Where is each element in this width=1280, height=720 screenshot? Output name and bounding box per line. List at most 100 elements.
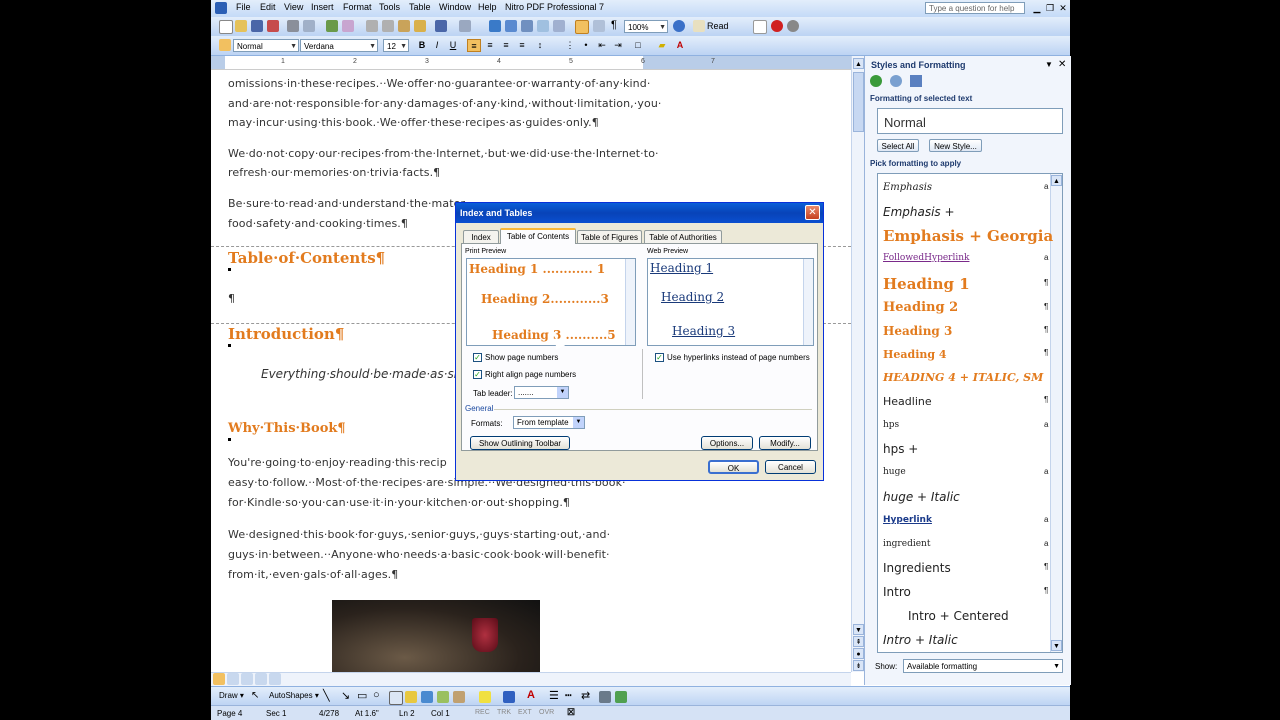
justify-icon[interactable]: ≡ — [515, 39, 529, 52]
show-page-numbers-checkbox[interactable]: ✓ — [473, 353, 482, 362]
oval-icon[interactable]: ○ — [373, 689, 380, 701]
increase-indent-icon[interactable]: ⇥ — [611, 39, 625, 52]
horizontal-scrollbar[interactable] — [211, 672, 851, 686]
style-item[interactable]: hps + — [883, 442, 918, 456]
style-item[interactable]: Intro + Centered — [908, 609, 1009, 623]
nitro-settings-icon[interactable] — [787, 20, 799, 32]
hyperlink-icon[interactable] — [489, 20, 501, 32]
scroll-thumb[interactable] — [853, 72, 864, 132]
style-item[interactable]: HEADING 4 + ITALIC, SM — [883, 371, 1043, 384]
outline-view-icon[interactable] — [255, 673, 267, 685]
menu-window[interactable]: Window — [439, 2, 471, 12]
help-icon[interactable] — [673, 20, 685, 32]
style-item[interactable]: Hyperlink — [883, 515, 932, 525]
style-item[interactable]: Emphasis + — [883, 205, 955, 219]
shadow-style-icon[interactable] — [599, 691, 611, 703]
help-search-input[interactable]: Type a question for help — [925, 2, 1025, 14]
modify-button[interactable]: Modify... — [759, 436, 811, 450]
style-item[interactable]: FollowedHyperlink — [883, 253, 969, 263]
tab-table-of-figures[interactable]: Table of Figures — [577, 230, 642, 243]
tab-table-of-contents[interactable]: Table of Contents — [500, 228, 576, 244]
style-item[interactable]: ingredient — [883, 539, 930, 549]
copy-icon[interactable] — [382, 20, 394, 32]
pane-menu-icon[interactable]: ▼ — [1045, 60, 1053, 69]
line-icon[interactable]: ╲ — [323, 689, 330, 702]
align-center-icon[interactable]: ≡ — [483, 39, 497, 52]
style-item[interactable]: Emphasis — [883, 182, 932, 193]
scroll-up-icon[interactable]: ▲ — [1051, 175, 1062, 186]
previous-page-icon[interactable]: ⇞ — [853, 636, 864, 647]
show-select[interactable]: Available formatting ▼ — [903, 659, 1063, 673]
style-item[interactable]: Heading 2 — [883, 300, 958, 315]
open-folder-icon[interactable] — [235, 20, 247, 32]
selected-style-box[interactable]: Normal — [877, 108, 1063, 134]
nitro-create-icon[interactable] — [753, 20, 767, 34]
dash-style-icon[interactable]: ┅ — [565, 689, 572, 702]
style-select[interactable]: Normal ▼ — [233, 39, 299, 52]
redo-icon[interactable] — [459, 20, 471, 32]
style-item[interactable]: Heading 4 — [883, 348, 947, 361]
close-icon[interactable]: ✕ — [1057, 2, 1069, 14]
ok-button[interactable]: OK — [708, 460, 759, 474]
tables-borders-icon[interactable] — [505, 20, 517, 32]
read-button[interactable]: Read — [707, 21, 729, 31]
print-icon[interactable] — [287, 20, 299, 32]
reading-layout-icon[interactable] — [269, 673, 281, 685]
bold-button[interactable]: B — [415, 39, 429, 52]
print-preview-scrollbar[interactable] — [625, 259, 635, 345]
read-icon[interactable] — [693, 20, 705, 32]
3d-style-icon[interactable] — [615, 691, 627, 703]
align-right-icon[interactable]: ≡ — [499, 39, 513, 52]
cancel-button[interactable]: Cancel — [765, 460, 816, 474]
style-item[interactable]: huge — [883, 467, 906, 477]
cut-icon[interactable] — [366, 20, 378, 32]
rectangle-icon[interactable]: ▭ — [357, 689, 367, 702]
menu-format[interactable]: Format — [343, 2, 372, 12]
style-item[interactable]: Ingredients — [883, 561, 951, 575]
tab-table-of-authorities[interactable]: Table of Authorities — [644, 230, 722, 243]
scroll-down-icon[interactable]: ▼ — [1051, 640, 1062, 651]
restore-icon[interactable]: ❐ — [1044, 2, 1056, 14]
paste-icon[interactable] — [398, 20, 410, 32]
print-layout-icon[interactable] — [241, 673, 253, 685]
line-style-icon[interactable]: ☰ — [549, 689, 559, 702]
web-layout-icon[interactable] — [227, 673, 239, 685]
tab-index[interactable]: Index — [463, 230, 499, 243]
formats-select[interactable]: From template ▼ — [513, 416, 585, 429]
select-browse-object-icon[interactable]: ● — [853, 648, 864, 659]
status-ext[interactable]: EXT — [518, 709, 532, 716]
show-outlining-toolbar-button[interactable]: Show Outlining Toolbar — [470, 436, 570, 450]
scroll-down-icon[interactable]: ▼ — [853, 624, 864, 635]
status-rec[interactable]: REC — [475, 709, 490, 716]
wine-photo[interactable] — [332, 600, 540, 672]
menu-table[interactable]: Table — [409, 2, 431, 12]
menu-file[interactable]: File — [236, 2, 251, 12]
style-item[interactable]: huge + Italic — [883, 490, 960, 504]
print-preview-icon[interactable] — [303, 20, 315, 32]
font-size-select[interactable]: 12 ▼ — [383, 39, 409, 52]
back-icon[interactable] — [870, 75, 882, 87]
options-button[interactable]: Options... — [701, 436, 753, 450]
style-item[interactable]: Intro — [883, 585, 911, 599]
menu-help[interactable]: Help — [478, 2, 497, 12]
menu-edit[interactable]: Edit — [260, 2, 276, 12]
next-page-icon[interactable]: ⇟ — [853, 660, 864, 671]
save-icon[interactable] — [251, 20, 263, 32]
new-style-button[interactable]: New Style... — [929, 139, 982, 152]
status-ovr[interactable]: OVR — [539, 709, 554, 716]
research-icon[interactable] — [342, 20, 354, 32]
status-trk[interactable]: TRK — [497, 709, 511, 716]
menu-view[interactable]: View — [284, 2, 303, 12]
forward-icon[interactable] — [890, 75, 902, 87]
minimize-icon[interactable]: ▁ — [1031, 2, 1043, 14]
drawing-icon[interactable] — [575, 20, 589, 34]
right-align-checkbox[interactable]: ✓ — [473, 370, 482, 379]
spelling-status-icon[interactable]: ☒ — [567, 707, 575, 718]
style-item[interactable]: Headline — [883, 395, 932, 408]
draw-menu-button[interactable]: Draw ▾ — [219, 691, 244, 700]
autoshapes-button[interactable]: AutoShapes ▾ — [269, 691, 319, 700]
draw-font-color-icon[interactable]: A — [527, 689, 535, 701]
word-doc-icon[interactable] — [215, 2, 227, 14]
styles-list-scrollbar[interactable]: ▲ ▼ — [1050, 174, 1062, 652]
diagram-icon[interactable] — [421, 691, 433, 703]
